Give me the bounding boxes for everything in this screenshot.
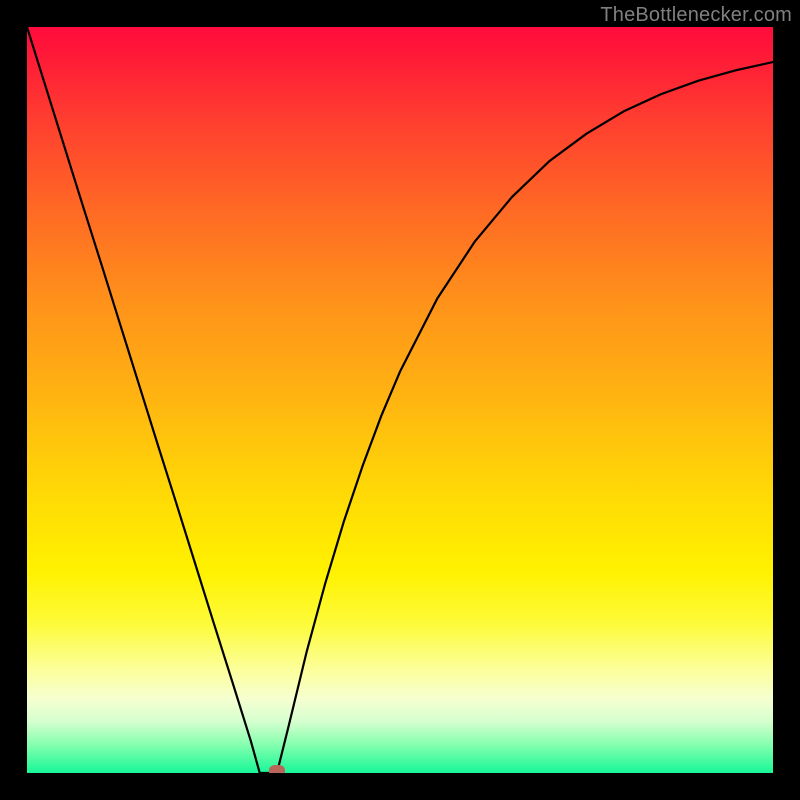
bottleneck-curve xyxy=(27,27,773,773)
watermark-text: TheBottlenecker.com xyxy=(600,4,792,27)
optimum-marker xyxy=(269,765,285,773)
plot-area xyxy=(27,27,773,773)
chart-frame: TheBottlenecker.com xyxy=(0,0,800,800)
